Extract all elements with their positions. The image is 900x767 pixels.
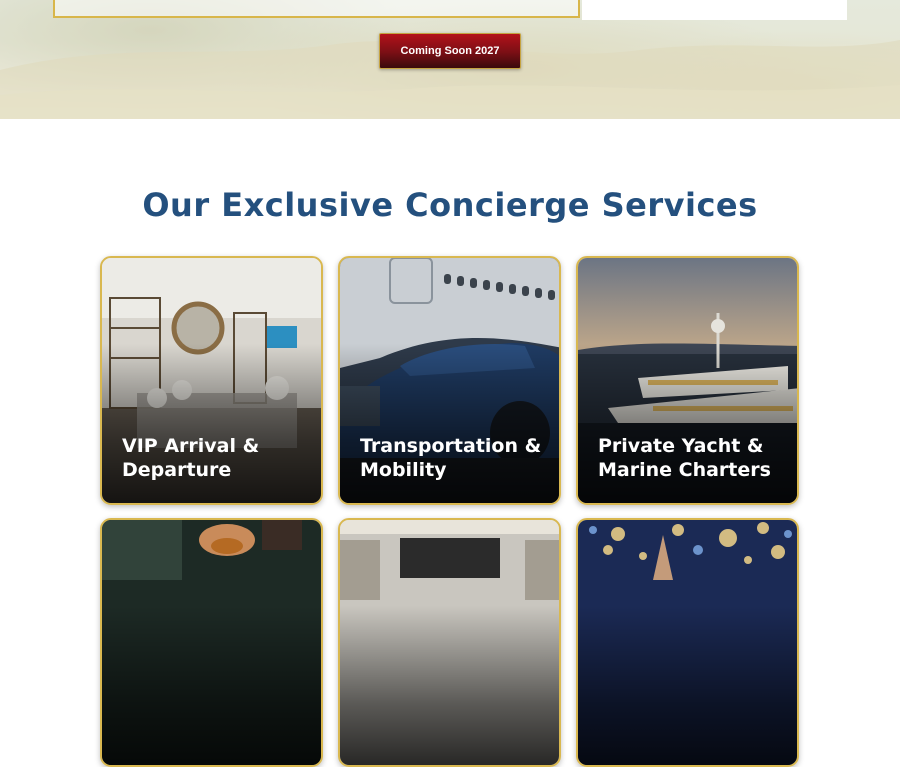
service-card-yacht[interactable]: Private Yacht & Marine Charters xyxy=(576,256,799,505)
card-title: VIP Arrival & Departure xyxy=(122,435,260,481)
coming-soon-button[interactable]: Coming Soon 2027 xyxy=(379,33,521,69)
service-card-vip-arrival[interactable]: VIP Arrival & Departure xyxy=(100,256,323,505)
card-title: Private Yacht & Marine Charters xyxy=(598,435,771,481)
hero-side-panel xyxy=(582,0,847,20)
card-title: Transportation & Mobility xyxy=(360,435,542,481)
hero-section: Coming Soon 2027 xyxy=(0,0,900,119)
service-card-4[interactable] xyxy=(100,518,323,767)
service-card-6[interactable] xyxy=(576,518,799,767)
services-heading: Our Exclusive Concierge Services xyxy=(142,186,758,224)
service-card-transportation[interactable]: Transportation & Mobility xyxy=(338,256,561,505)
hero-content-box xyxy=(53,0,580,18)
service-card-5[interactable] xyxy=(338,518,561,767)
